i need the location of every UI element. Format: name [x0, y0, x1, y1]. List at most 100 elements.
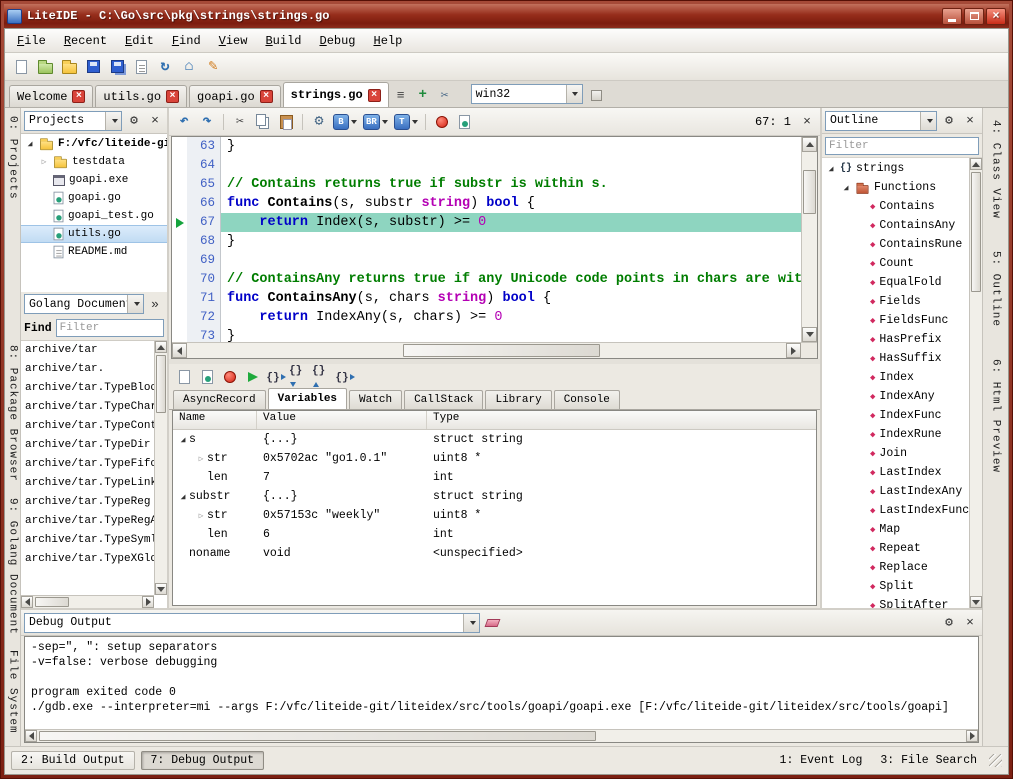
scrollbar-thumb[interactable] — [403, 344, 601, 357]
debug-tab-watch[interactable]: Watch — [349, 390, 402, 409]
menu-file[interactable]: File — [9, 32, 54, 50]
tab-goapi-go[interactable]: goapi.go× — [189, 85, 281, 107]
editor-hscrollbar[interactable] — [172, 342, 817, 358]
output-hscrollbar[interactable] — [25, 729, 978, 742]
step-out-icon[interactable]: {} — [312, 367, 332, 387]
scroll-left-icon[interactable] — [25, 730, 37, 742]
breakpoint-gutter[interactable] — [172, 194, 187, 213]
outline-func-indexany[interactable]: ◆IndexAny — [822, 387, 969, 406]
outline-func-hasprefix[interactable]: ◆HasPrefix — [822, 330, 969, 349]
outline-root[interactable]: ◢{}strings — [822, 159, 969, 178]
debug-tab-callstack[interactable]: CallStack — [404, 390, 483, 409]
scroll-down-icon[interactable] — [970, 596, 982, 608]
toggle-breakpoint-icon[interactable] — [174, 367, 194, 387]
minimize-button[interactable] — [942, 8, 962, 25]
outline-combo[interactable]: Outline — [825, 111, 937, 131]
titlebar[interactable]: LiteIDE - C:\Go\src\pkg\strings\strings.… — [4, 4, 1009, 28]
show-log-icon[interactable] — [197, 367, 217, 387]
code-line-71[interactable]: 71func ContainsAny(s, chars string) bool… — [172, 289, 801, 308]
step-into-icon[interactable]: {} — [289, 367, 309, 387]
variable-row-str[interactable]: ▷str0x5702ac "go1.0.1"uint8 * — [173, 449, 816, 468]
close-tab-icon[interactable]: × — [368, 89, 381, 102]
doc-item[interactable]: archive/tar.TypeReg — [21, 493, 154, 512]
tab-utils-go[interactable]: utils.go× — [95, 85, 187, 107]
menu-build[interactable]: Build — [257, 32, 309, 50]
variable-row-s[interactable]: ◢s{...}struct string — [173, 430, 816, 449]
breakpoint-gutter[interactable] — [172, 327, 187, 342]
undo-icon[interactable]: ↶ — [173, 111, 195, 133]
outline-filter-input[interactable] — [825, 137, 979, 155]
code-line-69[interactable]: 69 — [172, 251, 801, 270]
column-header-value[interactable]: Value — [257, 411, 427, 429]
close-button[interactable]: × — [986, 8, 1006, 25]
target-options-icon[interactable] — [587, 85, 607, 105]
build-config-icon[interactable]: ⚙ — [308, 111, 330, 133]
status-1-event-log[interactable]: 1: Event Log — [774, 752, 869, 769]
breakpoint-gutter[interactable] — [172, 175, 187, 194]
outline-func-hassuffix[interactable]: ◆HasSuffix — [822, 349, 969, 368]
save-file-icon[interactable] — [82, 56, 104, 78]
tab-list-icon[interactable]: ≡ — [391, 85, 411, 105]
projects-combo[interactable]: Projects — [24, 111, 122, 131]
debug-tab-console[interactable]: Console — [554, 390, 620, 409]
scroll-left-icon[interactable] — [172, 343, 187, 358]
debug-external-icon[interactable] — [454, 111, 476, 133]
golang-document-combo[interactable]: Golang Document — [24, 294, 144, 314]
close-all-editors-icon[interactable]: ✂ — [435, 85, 455, 105]
scrollbar-thumb[interactable] — [35, 597, 69, 607]
collapse-icon[interactable]: ◢ — [25, 139, 35, 149]
close-tab-icon[interactable]: × — [260, 90, 273, 103]
scroll-up-icon[interactable] — [155, 341, 167, 353]
scroll-right-icon[interactable] — [966, 730, 978, 742]
outline-func-count[interactable]: ◆Count — [822, 254, 969, 273]
code-line-64[interactable]: 64 — [172, 156, 801, 175]
menu-find[interactable]: Find — [164, 32, 209, 50]
continue-icon[interactable] — [243, 367, 263, 387]
doc-item[interactable]: archive/tar. — [21, 360, 154, 379]
doc-item[interactable]: archive/tar.TypeDir — [21, 436, 154, 455]
breakpoint-gutter[interactable] — [172, 270, 187, 289]
debug-tab-variables[interactable]: Variables — [268, 388, 347, 409]
menu-edit[interactable]: Edit — [117, 32, 162, 50]
redo-icon[interactable]: ↷ — [196, 111, 218, 133]
doc-list-vscrollbar[interactable] — [154, 341, 167, 595]
outline-func-replace[interactable]: ◆Replace — [822, 558, 969, 577]
reload-file-icon[interactable]: ↻ — [154, 56, 176, 78]
open-folder-icon[interactable] — [34, 56, 56, 78]
code-line-63[interactable]: 63} — [172, 137, 801, 156]
dock-toggle-file-system[interactable]: File System — [6, 642, 20, 742]
dock-toggle-9-golang-document[interactable]: 9: Golang Document — [6, 490, 20, 643]
doc-item[interactable]: archive/tar.TypeSymlink — [21, 531, 154, 550]
outline-func-splitafter[interactable]: ◆SplitAfter — [822, 596, 969, 608]
scroll-right-icon[interactable] — [786, 343, 801, 358]
variable-row-noname[interactable]: nonamevoid<unspecified> — [173, 544, 816, 563]
output-close-icon[interactable]: × — [961, 614, 979, 632]
collapse-icon[interactable]: ◢ — [177, 435, 189, 445]
dock-toggle-0-projects[interactable]: 0: Projects — [6, 108, 20, 208]
dock-toggle-6-html-preview[interactable]: 6: Html Preview — [989, 351, 1003, 481]
copy-icon[interactable] — [252, 111, 274, 133]
doc-item[interactable]: archive/tar.TypeChar — [21, 398, 154, 417]
dock-toggle-5-outline[interactable]: 5: Outline — [989, 243, 1003, 335]
dock-toggle-8-package-browser[interactable]: 8: Package Browser — [6, 337, 20, 490]
step-over-icon[interactable]: {} — [266, 367, 286, 387]
project-item-readme-md[interactable]: README.md — [21, 243, 167, 261]
outline-func-index[interactable]: ◆Index — [822, 368, 969, 387]
doc-item[interactable]: archive/tar.TypeXGlobalHeader — [21, 550, 154, 569]
scrollbar-thumb[interactable] — [971, 172, 981, 292]
menu-debug[interactable]: Debug — [311, 32, 363, 50]
variable-row-substr[interactable]: ◢substr{...}struct string — [173, 487, 816, 506]
doc-item[interactable]: archive/tar.TypeRegA — [21, 512, 154, 531]
menu-recent[interactable]: Recent — [56, 32, 115, 50]
outline-func-lastindexany[interactable]: ◆LastIndexAny — [822, 482, 969, 501]
menu-help[interactable]: Help — [366, 32, 411, 50]
stop-debug-icon[interactable] — [220, 367, 240, 387]
outline-func-indexrune[interactable]: ◆IndexRune — [822, 425, 969, 444]
scrollbar-thumb[interactable] — [39, 731, 596, 741]
scroll-up-icon[interactable] — [802, 137, 817, 152]
outline-func-lastindexfunc[interactable]: ◆LastIndexFunc — [822, 501, 969, 520]
projects-gear-icon[interactable]: ⚙ — [125, 112, 143, 130]
tab-strings-go[interactable]: strings.go× — [283, 82, 389, 107]
scroll-down-icon[interactable] — [802, 327, 817, 342]
scroll-right-icon[interactable] — [142, 596, 154, 608]
